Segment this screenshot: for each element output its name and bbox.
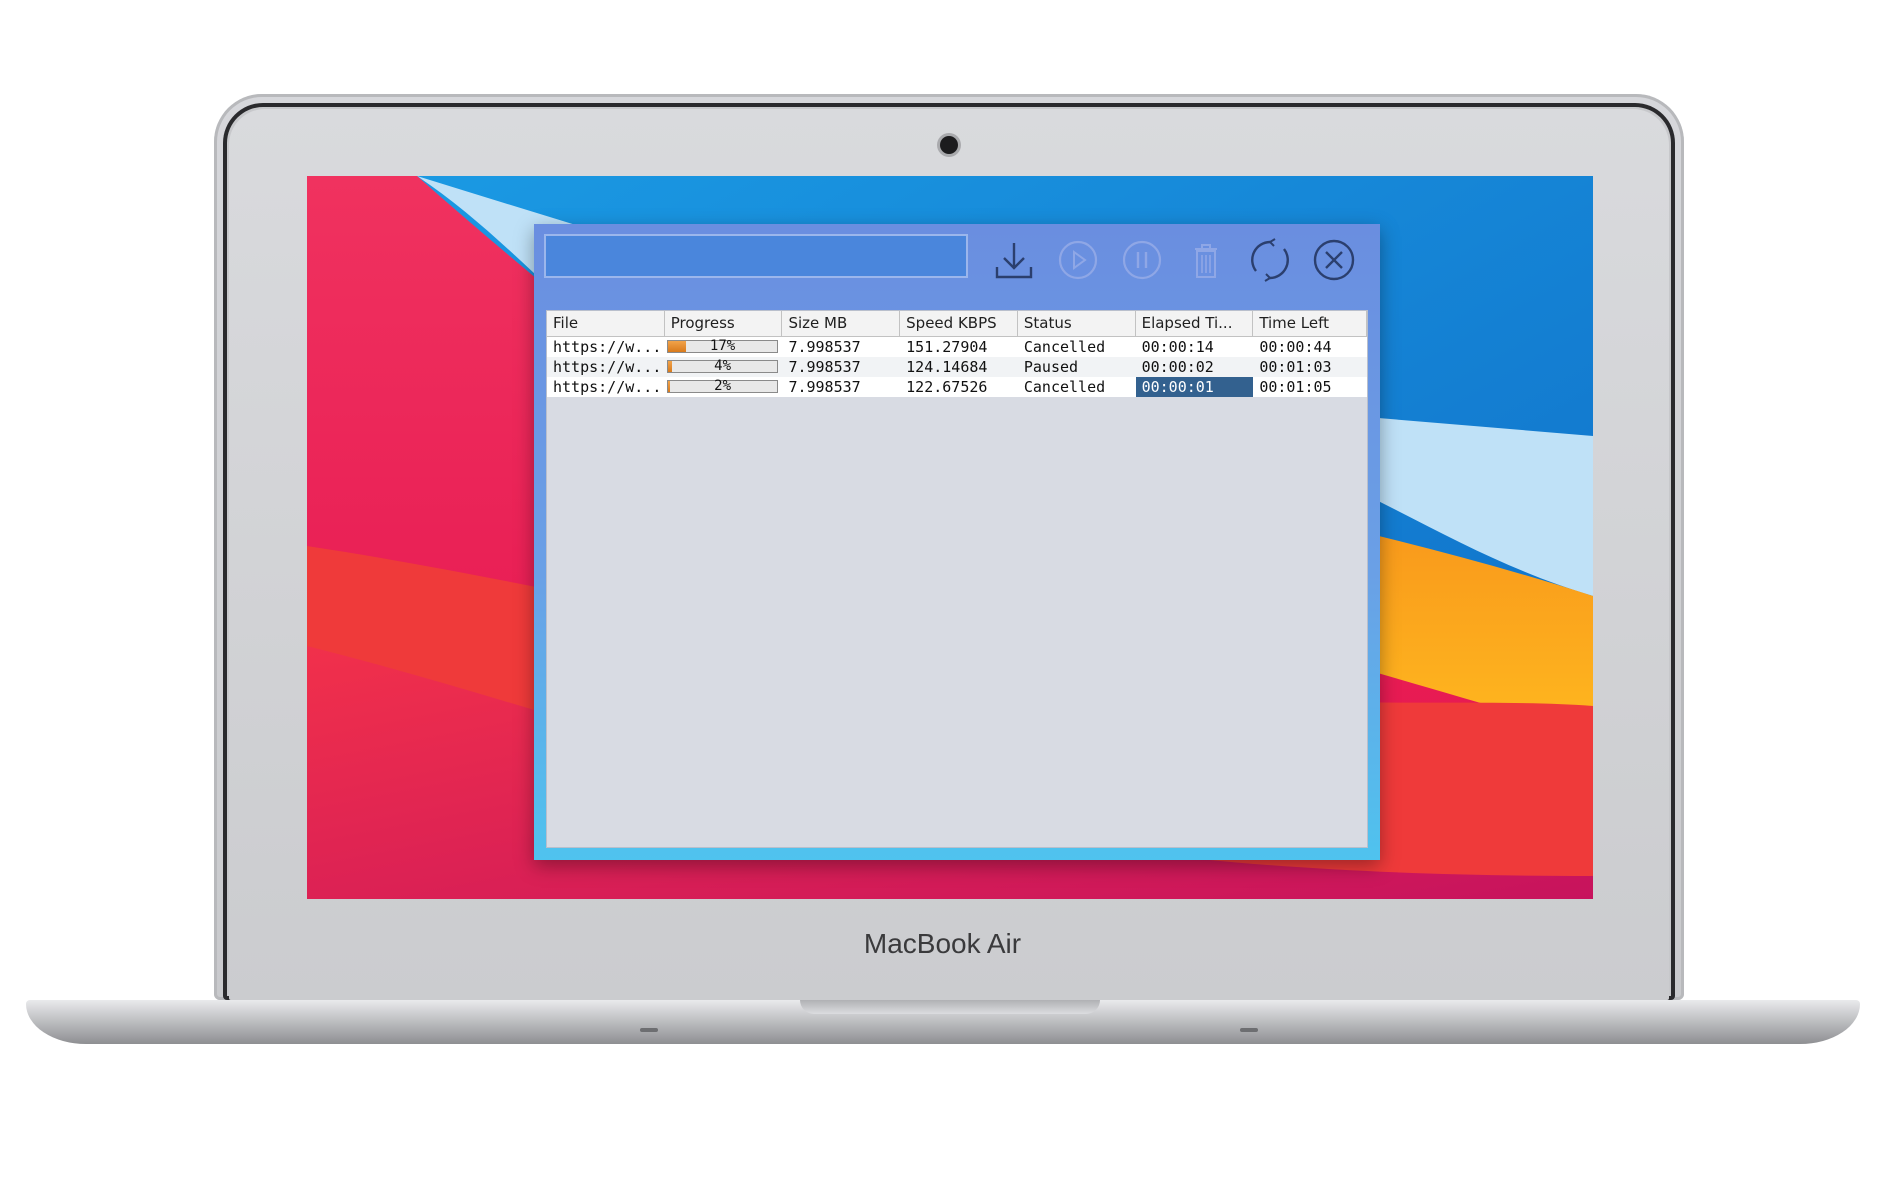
column-header-progress[interactable]: Progress (665, 311, 783, 336)
close-icon (1313, 239, 1355, 281)
download-manager-window: File Progress Size MB Speed KBPS Status … (534, 224, 1380, 860)
cell-progress[interactable]: 4% (665, 357, 783, 377)
download-icon (995, 243, 1033, 279)
cell-speed[interactable]: 124.14684 (900, 357, 1018, 377)
laptop-foot (640, 1028, 658, 1032)
cell-status[interactable]: Cancelled (1018, 377, 1136, 397)
refresh-icon (1251, 238, 1289, 282)
pause-icon (1122, 240, 1162, 280)
close-button[interactable] (1310, 236, 1358, 284)
progress-label: 4% (714, 358, 731, 374)
laptop-foot (1240, 1028, 1258, 1032)
trash-icon (1195, 244, 1217, 278)
lid-notch (800, 1000, 1100, 1014)
progress-bar: 2% (666, 378, 779, 394)
cell-time-left[interactable]: 00:01:03 (1253, 357, 1367, 377)
cell-file[interactable]: https://w... (547, 337, 665, 357)
device-brand-label: MacBook Air (863, 928, 1022, 959)
play-icon (1058, 240, 1098, 280)
cell-size[interactable]: 7.998537 (782, 337, 900, 357)
pause-button[interactable] (1118, 236, 1166, 284)
cell-size[interactable]: 7.998537 (782, 377, 900, 397)
progress-bar: 4% (666, 358, 779, 374)
cell-elapsed[interactable]: 00:00:14 (1136, 337, 1254, 357)
url-input[interactable] (544, 234, 968, 278)
cell-size[interactable]: 7.998537 (782, 357, 900, 377)
cell-file[interactable]: https://w... (547, 357, 665, 377)
column-header-file[interactable]: File (547, 311, 665, 336)
cell-time-left[interactable]: 00:01:05 (1253, 377, 1367, 397)
desktop-screen: File Progress Size MB Speed KBPS Status … (307, 176, 1593, 899)
delete-button[interactable] (1182, 236, 1230, 284)
table-row[interactable]: https://w... 4% 7.998537 124.14684 Pause… (547, 357, 1367, 377)
camera-icon (940, 136, 958, 154)
cell-status[interactable]: Paused (1018, 357, 1136, 377)
cell-status[interactable]: Cancelled (1018, 337, 1136, 357)
cell-elapsed[interactable]: 00:00:02 (1136, 357, 1254, 377)
column-header-status[interactable]: Status (1018, 311, 1136, 336)
cell-speed[interactable]: 151.27904 (900, 337, 1018, 357)
column-header-time-left[interactable]: Time Left (1253, 311, 1367, 336)
cell-progress[interactable]: 2% (665, 377, 783, 397)
cell-time-left[interactable]: 00:00:44 (1253, 337, 1367, 357)
table-row[interactable]: https://w... 2% 7.998537 122.67526 Cance… (547, 377, 1367, 397)
progress-label: 17% (709, 338, 736, 354)
column-header-speed[interactable]: Speed KBPS (900, 311, 1018, 336)
progress-label: 2% (714, 378, 731, 394)
progress-bar: 17% (666, 338, 779, 354)
table-header: File Progress Size MB Speed KBPS Status … (547, 311, 1367, 337)
download-button[interactable] (990, 236, 1038, 284)
cell-file[interactable]: https://w... (547, 377, 665, 397)
cell-elapsed-selected[interactable]: 00:00:01 (1135, 377, 1254, 397)
refresh-button[interactable] (1246, 236, 1294, 284)
downloads-table: File Progress Size MB Speed KBPS Status … (546, 310, 1368, 848)
column-header-elapsed[interactable]: Elapsed Ti... (1136, 311, 1254, 336)
column-header-size[interactable]: Size MB (782, 311, 901, 336)
cell-progress[interactable]: 17% (665, 337, 783, 357)
cell-speed[interactable]: 122.67526 (900, 377, 1018, 397)
resume-button[interactable] (1054, 236, 1102, 284)
table-row[interactable]: https://w... 17% 7.998537 151.27904 Canc… (547, 337, 1367, 357)
